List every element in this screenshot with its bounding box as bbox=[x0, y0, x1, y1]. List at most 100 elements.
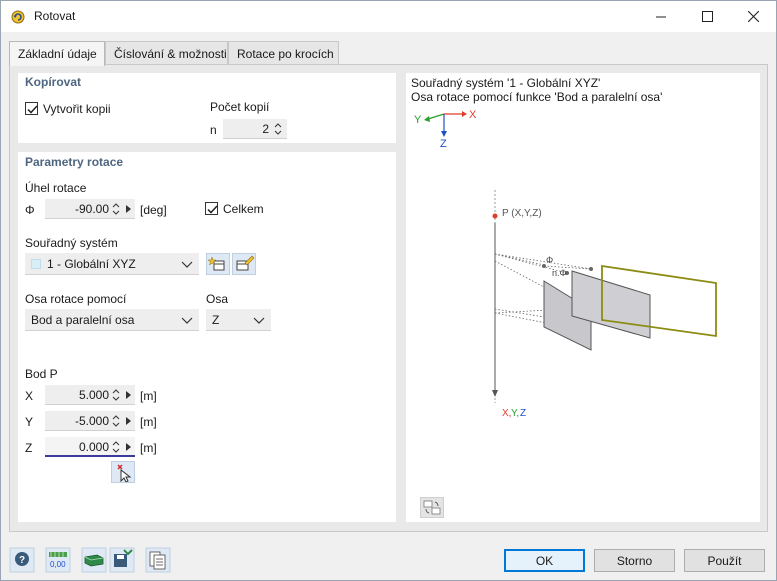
copy-count-label: Počet kopií bbox=[210, 100, 270, 114]
x-label: X bbox=[25, 389, 34, 403]
rotation-diagram: X Y Z P (X,Y,Z) X, Y, Z Φ n.Φ bbox=[414, 109, 717, 419]
axis-y-label: Y bbox=[414, 114, 422, 126]
z-label: Z bbox=[25, 441, 33, 455]
table-icon bbox=[145, 547, 171, 573]
create-copy-checkbox[interactable] bbox=[25, 102, 38, 115]
svg-text:?: ? bbox=[19, 555, 25, 566]
axis-by-value: Bod a paralelní osa bbox=[31, 313, 135, 327]
units-value: 0,00 bbox=[50, 560, 66, 569]
x-value: 5.000 bbox=[78, 388, 109, 402]
chevron-down-icon bbox=[181, 317, 193, 324]
axis-z-label: Z bbox=[440, 138, 447, 150]
maximize-icon bbox=[701, 11, 713, 22]
coordinate-system-label: Souřadný systém bbox=[25, 236, 118, 250]
spin-arrows-icon[interactable] bbox=[111, 387, 121, 403]
drive-icon bbox=[81, 547, 107, 573]
angle-unit: [deg] bbox=[140, 203, 167, 217]
axis-by-select[interactable]: Bod a paralelní osa bbox=[25, 309, 199, 331]
copy-panel: Kopírovat Vytvořit kopii Počet kopií n 2 bbox=[18, 73, 396, 143]
y-label: Y bbox=[25, 415, 34, 429]
units-icon: 0,00 bbox=[45, 547, 71, 573]
axis-select[interactable]: Z bbox=[206, 309, 271, 331]
preview-panel: Souřadný systém '1 - Globální XYZ' Osa r… bbox=[406, 73, 760, 522]
new-coordinate-system-button[interactable] bbox=[206, 253, 230, 275]
table-button[interactable] bbox=[145, 547, 171, 573]
rotation-section-title: Parametry rotace bbox=[25, 155, 124, 169]
tab-numbering-options[interactable]: Číslování & možnosti bbox=[105, 41, 228, 65]
edit-coordinate-system-button[interactable] bbox=[232, 253, 256, 275]
apply-button[interactable]: Použít bbox=[684, 549, 765, 572]
units-button[interactable]: 0,00 bbox=[45, 547, 71, 573]
coordinate-system-select[interactable]: 1 - Globální XYZ bbox=[25, 253, 199, 275]
total-checkbox[interactable] bbox=[205, 202, 218, 215]
select-point-icon bbox=[117, 464, 132, 483]
preview-refresh-icon bbox=[423, 500, 441, 515]
close-icon bbox=[747, 11, 759, 22]
n-phi-caption: n.Φ bbox=[552, 268, 567, 278]
phi-caption: Φ bbox=[546, 255, 553, 265]
angle-value: -90.00 bbox=[74, 202, 109, 216]
y-value: -5.000 bbox=[74, 414, 109, 428]
coordinate-triad bbox=[424, 111, 467, 137]
spin-arrows-icon[interactable] bbox=[111, 439, 121, 455]
tab-content: Kopírovat Vytvořit kopii Počet kopií n 2… bbox=[9, 64, 768, 532]
chevron-down-icon bbox=[181, 261, 193, 268]
tab-step-rotation[interactable]: Rotace po krocích bbox=[228, 41, 339, 65]
axis-value: Z bbox=[212, 313, 220, 327]
minimize-button[interactable] bbox=[638, 1, 684, 32]
z-stepper[interactable]: 0.000 bbox=[45, 437, 135, 457]
title-bar: Rotovat bbox=[1, 1, 776, 32]
rotate-dialog: Rotovat Základní údaje Číslování & možno… bbox=[0, 0, 777, 581]
app-rotate-icon bbox=[11, 10, 25, 24]
chevron-down-icon bbox=[253, 317, 265, 324]
check-icon bbox=[27, 105, 38, 114]
z-unit: [m] bbox=[140, 441, 157, 455]
point-p-caption: P (X,Y,Z) bbox=[502, 208, 542, 219]
spin-arrows-icon[interactable] bbox=[273, 121, 283, 137]
axis-by-label: Osa rotace pomocí bbox=[25, 292, 127, 306]
x-unit: [m] bbox=[140, 389, 157, 403]
coordinate-system-color-swatch bbox=[31, 259, 41, 269]
help-icon: ? bbox=[9, 547, 35, 573]
spin-arrows-icon[interactable] bbox=[111, 201, 121, 217]
point-p-marker bbox=[492, 213, 498, 219]
copy-section-title: Kopírovat bbox=[25, 75, 82, 89]
save-settings-button[interactable] bbox=[109, 547, 135, 573]
help-button[interactable]: ? bbox=[9, 547, 35, 573]
tab-basic-data[interactable]: Základní údaje bbox=[9, 41, 105, 66]
x-stepper[interactable]: 5.000 bbox=[45, 385, 135, 405]
y-unit: [m] bbox=[140, 415, 157, 429]
ok-button[interactable]: OK bbox=[504, 549, 585, 572]
spin-arrows-icon[interactable] bbox=[111, 413, 121, 429]
axis-label: Osa bbox=[206, 292, 229, 306]
axis-x-label: X bbox=[469, 109, 477, 121]
more-arrow-icon[interactable] bbox=[124, 442, 132, 452]
close-button[interactable] bbox=[730, 1, 776, 32]
angle-stepper[interactable]: -90.00 bbox=[45, 199, 135, 219]
create-copy-label: Vytvořit kopii bbox=[43, 102, 111, 116]
more-arrow-icon[interactable] bbox=[124, 416, 132, 426]
axis-caption-y: Y, bbox=[511, 408, 519, 419]
axis-caption-z: Z bbox=[520, 408, 526, 419]
maximize-button[interactable] bbox=[684, 1, 730, 32]
save-settings-icon bbox=[109, 547, 135, 573]
total-label: Celkem bbox=[223, 202, 264, 216]
select-point-button[interactable] bbox=[111, 461, 135, 483]
more-arrow-icon[interactable] bbox=[124, 204, 132, 214]
n-label: n bbox=[210, 123, 217, 137]
coordinate-system-value: 1 - Globální XYZ bbox=[47, 257, 136, 271]
more-arrow-icon[interactable] bbox=[124, 390, 132, 400]
copy-count-value: 2 bbox=[262, 122, 269, 136]
angle-label: Úhel rotace bbox=[25, 181, 87, 195]
drive-button[interactable] bbox=[81, 547, 107, 573]
copy-count-stepper[interactable]: 2 bbox=[223, 119, 287, 139]
phi-label: Φ bbox=[25, 203, 35, 217]
window-title: Rotovat bbox=[34, 9, 76, 23]
check-icon bbox=[207, 205, 218, 214]
cancel-button[interactable]: Storno bbox=[594, 549, 675, 572]
rotation-point-3 bbox=[589, 267, 593, 271]
minimize-icon bbox=[655, 16, 666, 18]
preview-refresh-button[interactable] bbox=[420, 497, 444, 518]
point-p-label: Bod P bbox=[25, 367, 58, 381]
y-stepper[interactable]: -5.000 bbox=[45, 411, 135, 431]
